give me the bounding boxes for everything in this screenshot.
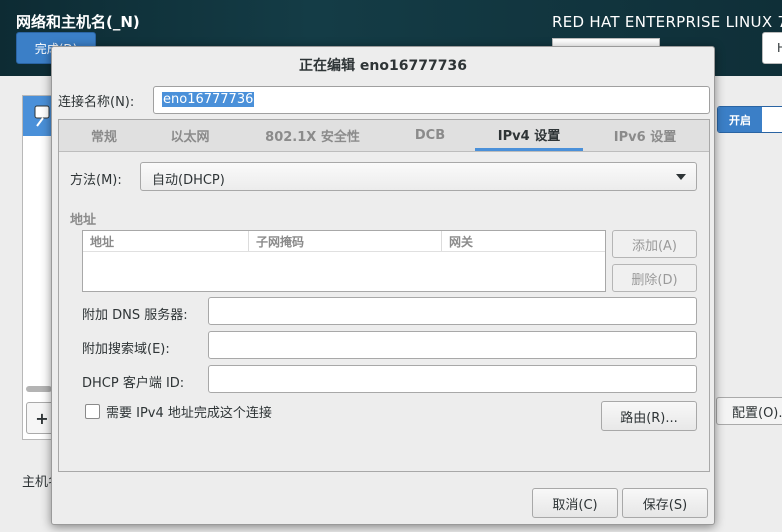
column-netmask[interactable]: 子网掩码 bbox=[248, 231, 441, 251]
dns-servers-input[interactable] bbox=[208, 297, 697, 325]
dhcp-client-id-input[interactable] bbox=[208, 365, 697, 393]
help-button[interactable]: H bbox=[762, 32, 782, 64]
product-brand: RED HAT ENTERPRISE LINUX 7. bbox=[552, 13, 782, 31]
tab-ipv6-settings[interactable]: IPv6 设置 bbox=[589, 120, 701, 151]
column-gateway[interactable]: 网关 bbox=[441, 231, 605, 251]
method-dropdown[interactable]: 自动(DHCP) bbox=[140, 162, 697, 191]
column-address[interactable]: 地址 bbox=[83, 231, 248, 251]
settings-notebook: 常规 以太网 802.1X 安全性 DCB IPv4 设置 IPv6 设置 方法… bbox=[58, 119, 710, 472]
search-domains-input[interactable] bbox=[208, 331, 697, 359]
save-button[interactable]: 保存(S) bbox=[622, 488, 708, 518]
delete-address-button[interactable]: 删除(D) bbox=[612, 264, 697, 292]
cancel-button[interactable]: 取消(C) bbox=[532, 488, 618, 518]
configure-button[interactable]: 配置(O)... bbox=[716, 397, 782, 425]
dns-servers-label: 附加 DNS 服务器: bbox=[82, 308, 188, 323]
require-ipv4-checkbox[interactable] bbox=[85, 404, 100, 419]
connection-name-value: eno16777736 bbox=[162, 92, 255, 107]
address-section-heading: 地址 bbox=[70, 213, 97, 228]
routes-button[interactable]: 路由(R)... bbox=[601, 401, 697, 431]
edit-connection-dialog: 正在编辑 eno16777736 连接名称(N): eno16777736 常规… bbox=[51, 46, 715, 525]
device-list-scrollbar[interactable] bbox=[26, 386, 52, 392]
dialog-title: 正在编辑 eno16777736 bbox=[299, 58, 467, 74]
tab-ethernet[interactable]: 以太网 bbox=[149, 120, 231, 151]
tab-general[interactable]: 常规 bbox=[59, 120, 149, 151]
method-value: 自动(DHCP) bbox=[152, 173, 225, 188]
connection-name-label: 连接名称(N): bbox=[58, 95, 135, 110]
tab-ipv4-settings[interactable]: IPv4 设置 bbox=[475, 120, 583, 151]
address-table-header: 地址 子网掩码 网关 bbox=[83, 231, 605, 252]
add-address-button[interactable]: 添加(A) bbox=[612, 230, 697, 258]
device-toggle[interactable]: 开启 bbox=[717, 106, 782, 133]
dhcp-client-id-label: DHCP 客户端 ID: bbox=[82, 376, 185, 391]
chevron-down-icon bbox=[676, 174, 686, 180]
toggle-on-label: 开启 bbox=[718, 107, 762, 132]
tab-dcb[interactable]: DCB bbox=[394, 120, 466, 151]
connection-name-input[interactable]: eno16777736 bbox=[153, 86, 710, 114]
search-domains-label: 附加搜索域(E): bbox=[82, 342, 170, 357]
method-label: 方法(M): bbox=[70, 173, 122, 188]
require-ipv4-label[interactable]: 需要 IPv4 地址完成这个连接 bbox=[106, 402, 272, 421]
tab-8021x-security[interactable]: 802.1X 安全性 bbox=[231, 120, 394, 151]
address-table[interactable]: 地址 子网掩码 网关 bbox=[82, 230, 606, 292]
page-title: 网络和主机名(_N) bbox=[16, 13, 140, 31]
tab-bar: 常规 以太网 802.1X 安全性 DCB IPv4 设置 IPv6 设置 bbox=[59, 120, 709, 152]
